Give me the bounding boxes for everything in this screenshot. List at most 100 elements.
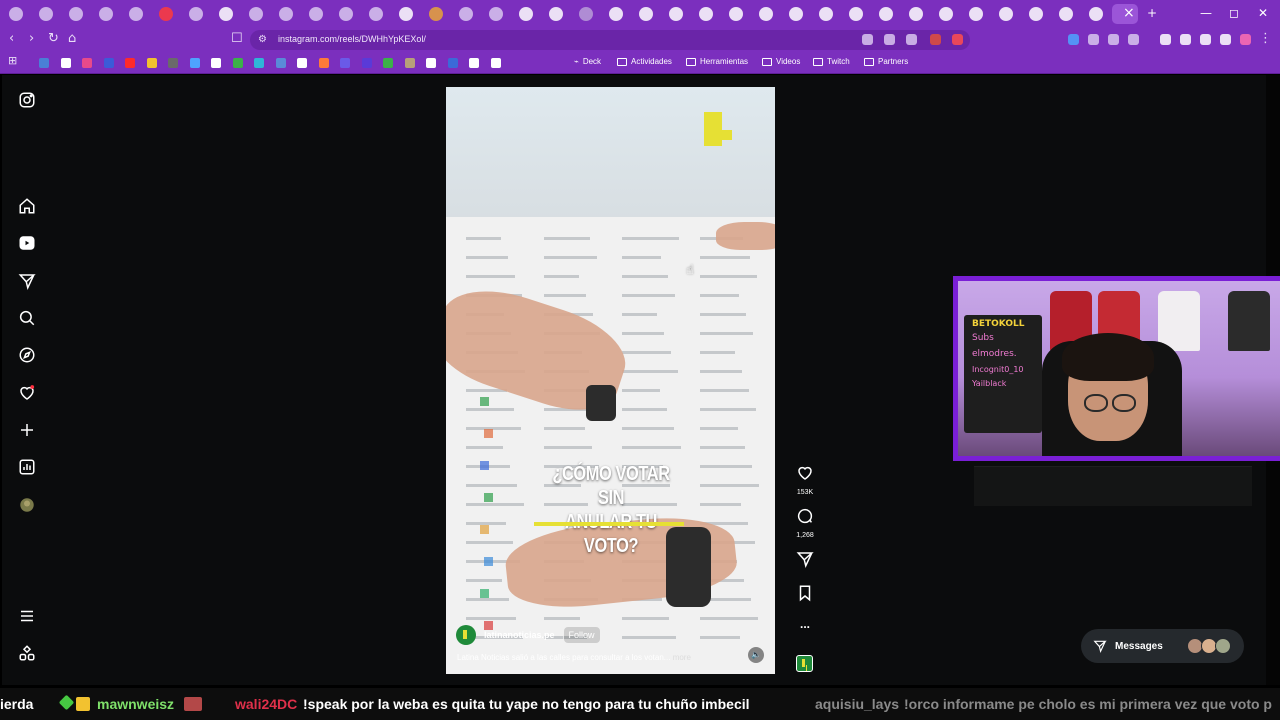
- mute-speaker-icon[interactable]: 🔈: [748, 647, 764, 663]
- tab-favicon-icon[interactable]: [369, 7, 383, 21]
- extension-icon[interactable]: [1220, 34, 1231, 45]
- author-username[interactable]: latinanoticias.pe: [484, 630, 555, 640]
- tab-favicon-icon[interactable]: [849, 7, 863, 21]
- follow-button[interactable]: Follow: [562, 626, 601, 644]
- tab-favicon-icon[interactable]: [279, 7, 293, 21]
- tab-favicon-icon[interactable]: [819, 7, 833, 21]
- bookmark-favicon-icon[interactable]: [60, 58, 71, 68]
- tab-favicon-icon[interactable]: [549, 7, 563, 21]
- tab-favicon-icon[interactable]: [39, 7, 53, 21]
- tab-favicon-icon[interactable]: [189, 7, 203, 21]
- bookmark-favicon-icon[interactable]: [490, 58, 501, 68]
- bookmark-favicon-icon[interactable]: [297, 58, 307, 68]
- back-icon[interactable]: ‹: [9, 31, 14, 46]
- forward-icon[interactable]: ›: [29, 31, 34, 46]
- author-avatar[interactable]: [456, 625, 476, 645]
- bookmark-favicon-icon[interactable]: [361, 58, 372, 68]
- extension-icon[interactable]: [1088, 34, 1099, 45]
- bookmark-favicon-icon[interactable]: [125, 58, 135, 68]
- bookmark-folder-partners[interactable]: Partners: [864, 57, 908, 66]
- messages-button[interactable]: Messages: [1081, 629, 1244, 663]
- extension-icon[interactable]: [862, 34, 873, 45]
- dashboard-chart-icon[interactable]: [18, 458, 36, 476]
- reel-video[interactable]: ¿CÓMO VOTAR SIN ANULAR TU VOTO? latinano…: [446, 87, 775, 674]
- bookmark-favicon-icon[interactable]: [103, 58, 114, 68]
- extension-icon[interactable]: [884, 34, 895, 45]
- bookmark-favicon-icon[interactable]: [232, 58, 243, 68]
- tab-favicon-icon[interactable]: [339, 7, 353, 21]
- home-nav-icon[interactable]: [18, 197, 36, 215]
- share-action[interactable]: [792, 550, 818, 573]
- bookmark-favicon-icon[interactable]: [211, 58, 221, 68]
- tab-favicon-icon[interactable]: [699, 7, 713, 21]
- bookmark-folder-videos[interactable]: Videos: [762, 57, 800, 66]
- instagram-logo-icon[interactable]: [18, 91, 36, 109]
- tab-favicon-icon[interactable]: [399, 7, 413, 21]
- maximize-button[interactable]: ◻: [1229, 6, 1239, 20]
- extension-icon[interactable]: [1108, 34, 1119, 45]
- extension-icon[interactable]: [1128, 34, 1139, 45]
- url-text[interactable]: instagram.com/reels/DWHhYpKEXol/: [278, 34, 426, 44]
- tab-favicon-icon[interactable]: [1059, 7, 1073, 21]
- bookmark-favicon-icon[interactable]: [447, 58, 458, 68]
- tab-favicon-icon[interactable]: [729, 7, 743, 21]
- like-action[interactable]: 153K: [792, 464, 818, 496]
- bookmark-favicon-icon[interactable]: [39, 58, 49, 68]
- direct-messages-icon[interactable]: [18, 272, 36, 290]
- site-info-icon[interactable]: ⚙: [258, 34, 267, 45]
- bookmark-favicon-icon[interactable]: [426, 58, 436, 68]
- extension-icon[interactable]: [930, 34, 941, 45]
- tab-favicon-icon[interactable]: [69, 7, 83, 21]
- bookmark-favicon-icon[interactable]: [318, 58, 329, 68]
- tab-favicon-icon[interactable]: [609, 7, 623, 21]
- also-from-meta-icon[interactable]: [18, 644, 36, 662]
- profile-avatar[interactable]: [18, 496, 36, 514]
- tab-favicon-icon[interactable]: [249, 7, 263, 21]
- comment-action[interactable]: 1,268: [792, 507, 818, 539]
- bookmark-favicon-icon[interactable]: [469, 58, 479, 68]
- tab-favicon-icon[interactable]: [429, 7, 443, 21]
- hamburger-menu-icon[interactable]: [18, 607, 36, 625]
- bookmark-folder-herramientas[interactable]: Herramientas: [686, 57, 748, 66]
- tab-favicon-icon[interactable]: [909, 7, 923, 21]
- tab-favicon-icon[interactable]: [1029, 7, 1043, 21]
- bookmark-favicon-icon[interactable]: [404, 58, 415, 68]
- tab-favicon-icon[interactable]: [99, 7, 113, 21]
- tab-favicon-icon[interactable]: [639, 7, 653, 21]
- extension-icon[interactable]: [1068, 34, 1079, 45]
- close-tab-icon[interactable]: ×: [1123, 5, 1135, 21]
- bookmark-favicon-icon[interactable]: [383, 58, 393, 68]
- caption-more-link[interactable]: more: [673, 653, 691, 662]
- bookmark-folder-actividades[interactable]: Actividades: [617, 57, 672, 66]
- create-plus-icon[interactable]: [18, 421, 36, 439]
- tab-favicon-icon[interactable]: [309, 7, 323, 21]
- tab-favicon-icon[interactable]: [999, 7, 1013, 21]
- bookmark-favicon-icon[interactable]: [254, 58, 264, 68]
- tab-favicon-icon[interactable]: [969, 7, 983, 21]
- tab-favicon-icon[interactable]: [9, 7, 23, 21]
- explore-compass-icon[interactable]: [18, 346, 36, 364]
- notifications-heart-icon[interactable]: [18, 384, 36, 402]
- tab-favicon-icon[interactable]: [519, 7, 533, 21]
- reels-nav-icon[interactable]: [18, 234, 36, 252]
- extension-icon[interactable]: [1200, 34, 1211, 45]
- bookmark-deck[interactable]: ⌁ Deck: [574, 57, 601, 66]
- more-options-button[interactable]: ...: [792, 617, 818, 631]
- tab-favicon-icon[interactable]: [219, 7, 233, 21]
- bookmark-favicon-icon[interactable]: [82, 58, 92, 68]
- apps-grid-icon[interactable]: ⊞: [8, 54, 17, 67]
- minimize-button[interactable]: —: [1200, 6, 1212, 20]
- bookmark-favicon-icon[interactable]: [189, 58, 200, 68]
- extension-icon[interactable]: [906, 34, 917, 45]
- tab-favicon-icon[interactable]: [489, 7, 503, 21]
- tab-favicon-icon[interactable]: [759, 7, 773, 21]
- extension-icon[interactable]: [952, 34, 963, 45]
- tab-favicon-icon[interactable]: [459, 7, 473, 21]
- menu-icon[interactable]: ⋮: [1259, 31, 1272, 46]
- original-audio-thumbnail[interactable]: [796, 655, 813, 672]
- bookmark-favicon-icon[interactable]: [275, 58, 286, 68]
- bookmark-favicon-icon[interactable]: [168, 58, 178, 68]
- close-window-button[interactable]: ✕: [1258, 6, 1268, 20]
- tab-favicon-icon[interactable]: [1089, 7, 1103, 21]
- home-icon[interactable]: ⌂: [68, 31, 76, 46]
